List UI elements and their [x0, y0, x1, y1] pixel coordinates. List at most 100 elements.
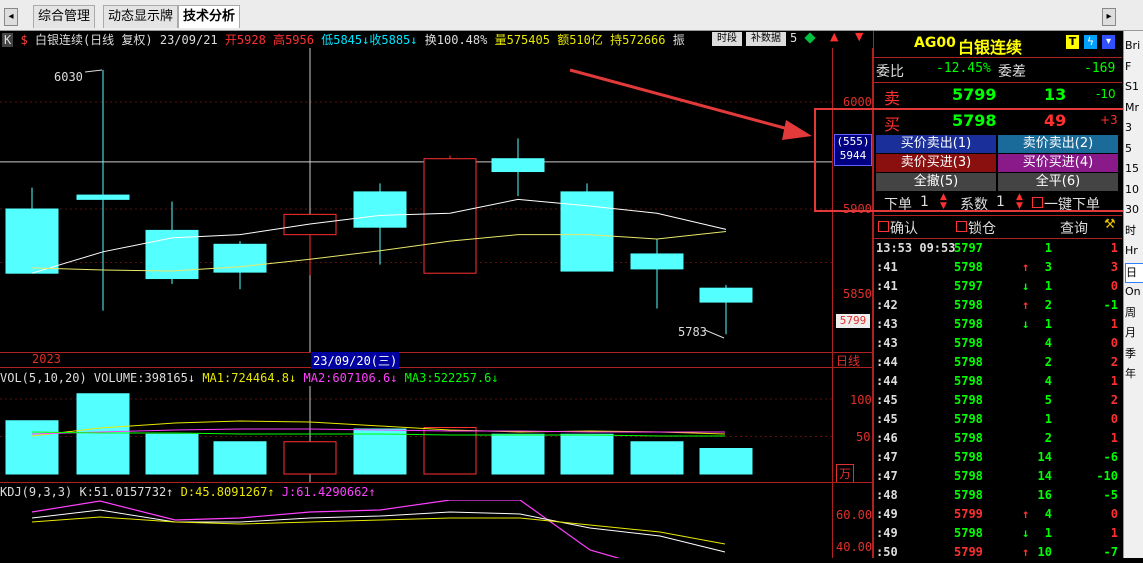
side-tool-button[interactable]: On — [1125, 283, 1143, 301]
tick-price: 5798 — [954, 488, 983, 502]
side-tool-button[interactable]: 30 — [1125, 201, 1143, 219]
tick-time: :46 — [876, 431, 898, 445]
candle-body[interactable] — [491, 158, 545, 173]
instrument-code: AG00 — [914, 35, 956, 51]
side-tool-button[interactable]: 10 — [1125, 181, 1143, 199]
side-tool-button[interactable]: 时 — [1125, 222, 1143, 240]
confirm-label[interactable]: 确认 — [890, 218, 918, 238]
low-marker-label: 5783 — [678, 325, 707, 339]
side-tool-button[interactable]: F — [1125, 58, 1143, 76]
moving-average-line — [31, 230, 727, 272]
lock-checkbox[interactable] — [956, 221, 967, 232]
lightning-icon[interactable]: ϟ — [1084, 35, 1097, 49]
tab-comprehensive[interactable]: 综合管理 — [33, 5, 96, 28]
tick-change: -10 — [1096, 469, 1118, 483]
side-toolbar: Bri F S1 Mr 3 5 15 10 30 时 Hr 日 On 周月季年 — [1123, 31, 1143, 558]
t-icon[interactable]: T — [1066, 35, 1079, 49]
candle-body[interactable] — [423, 158, 477, 274]
tab-bar: ◂ 综合管理 动态显示牌 技术分析 ▸ — [0, 0, 1143, 31]
candle-body[interactable] — [283, 213, 337, 236]
ma2-value: 607106.6 — [332, 371, 391, 385]
candle-body[interactable] — [630, 253, 684, 270]
amplitude-label: 振 — [672, 33, 685, 47]
side-tool-button[interactable]: 日 — [1125, 262, 1143, 283]
volume-bar[interactable] — [353, 428, 407, 475]
ma1-value: 724464.8 — [231, 371, 290, 385]
tools-icon[interactable]: ⚒ — [1104, 217, 1116, 232]
tick-list: 13:53 09:53 5797 1 1:41 5798 ↑ 3 3:41 5797 ↓ 1 0:42… — [874, 240, 1122, 563]
side-tool-button[interactable]: 周 — [1125, 304, 1143, 322]
info-tail: 5 — [790, 31, 798, 45]
tick-volume: 1 — [1044, 317, 1052, 331]
side-tool-button[interactable]: 季 — [1125, 345, 1143, 363]
tick-change: 1 — [1110, 526, 1118, 540]
side-tool-button[interactable]: 3 — [1125, 119, 1143, 137]
tick-time: 13:53 09:53 — [876, 241, 956, 255]
volume-chart[interactable] — [0, 386, 832, 482]
sell-change: -10 — [1096, 87, 1116, 101]
down-arrow-icon: ↓ — [289, 371, 297, 385]
kdj-d-label: D: — [180, 485, 196, 499]
volume-bar[interactable] — [5, 420, 59, 475]
tab-scroll-right[interactable]: ▸ — [1102, 8, 1116, 26]
lock-position-label[interactable]: 锁仓 — [968, 218, 996, 238]
tick-price: 5798 — [954, 298, 983, 312]
tick-time: :47 — [876, 469, 898, 483]
chevron-down-icon[interactable]: ▾ — [1102, 35, 1115, 49]
tick-price: 5798 — [954, 336, 983, 350]
volume-bar[interactable] — [213, 441, 267, 475]
tick-change: 2 — [1110, 393, 1118, 407]
k-icon[interactable]: K — [2, 33, 14, 47]
tick-volume: 14 — [1037, 450, 1052, 464]
tab-dynamic-board[interactable]: 动态显示牌 — [103, 5, 179, 28]
candle-body[interactable] — [76, 194, 130, 200]
side-tool-button[interactable]: Hr — [1125, 242, 1143, 260]
tick-change: 1 — [1110, 241, 1118, 255]
volume-label: 量 — [494, 33, 507, 47]
side-tool-button[interactable]: 5 — [1125, 140, 1143, 158]
tab-scroll-left[interactable]: ◂ — [4, 8, 18, 26]
volume-value: 575405 — [506, 33, 550, 47]
fill-data-button[interactable]: 补数据 — [746, 32, 786, 46]
candle-body[interactable] — [699, 287, 753, 303]
tick-row: :48 5798 16 -5 — [874, 487, 1122, 506]
volume-bar[interactable] — [630, 441, 684, 475]
side-tool-button[interactable]: 15 — [1125, 160, 1143, 178]
tick-price: 5798 — [954, 374, 983, 388]
tick-row: :43 5798 ↓ 1 1 — [874, 316, 1122, 335]
tick-change: -7 — [1103, 545, 1118, 559]
high-marker-label: 6030 — [54, 70, 83, 84]
volume-bar[interactable] — [699, 448, 753, 475]
amount-value: 510亿 — [569, 33, 603, 47]
tick-volume: 1 — [1044, 526, 1052, 540]
query-button[interactable]: 查询 — [1060, 218, 1088, 238]
side-tool-button[interactable]: S1 — [1125, 78, 1143, 96]
tick-volume: 3 — [1044, 260, 1052, 274]
kdj-j-value: 61.4290662 — [296, 485, 369, 499]
volume-bar[interactable] — [491, 433, 545, 475]
tick-time: :45 — [876, 393, 898, 407]
side-tool-button[interactable]: Bri — [1125, 37, 1143, 55]
candle-body[interactable] — [353, 191, 407, 228]
period-button[interactable]: 时段 — [712, 32, 742, 46]
side-tool-button[interactable]: 年 — [1125, 365, 1143, 383]
kdj-chart[interactable] — [0, 500, 832, 558]
expand-down-icon[interactable]: ▼ — [855, 30, 863, 43]
ma1-label: MA1: — [202, 371, 232, 385]
volume-bar[interactable] — [283, 441, 337, 475]
sell-row[interactable]: 卖 5799 13 -10 — [874, 83, 1122, 108]
up-arrow-icon: ↑ — [368, 485, 376, 499]
tab-technical-analysis[interactable]: 技术分析 — [178, 5, 241, 28]
volume-bar[interactable] — [76, 393, 130, 475]
volume-bar[interactable] — [560, 433, 614, 475]
candle-body[interactable] — [5, 208, 59, 274]
side-tool-button[interactable]: 月 — [1125, 324, 1143, 342]
confirm-checkbox[interactable] — [878, 221, 889, 232]
volume-bar[interactable] — [145, 433, 199, 475]
diff-value: -169 — [1084, 61, 1116, 76]
side-tool-button[interactable]: Mr — [1125, 99, 1143, 117]
tick-price: 5798 — [954, 469, 983, 483]
expand-up-icon[interactable]: ▲ — [830, 30, 838, 43]
tick-row: :41 5798 ↑ 3 3 — [874, 259, 1122, 278]
down-arrow-icon: ↓ — [491, 371, 499, 385]
